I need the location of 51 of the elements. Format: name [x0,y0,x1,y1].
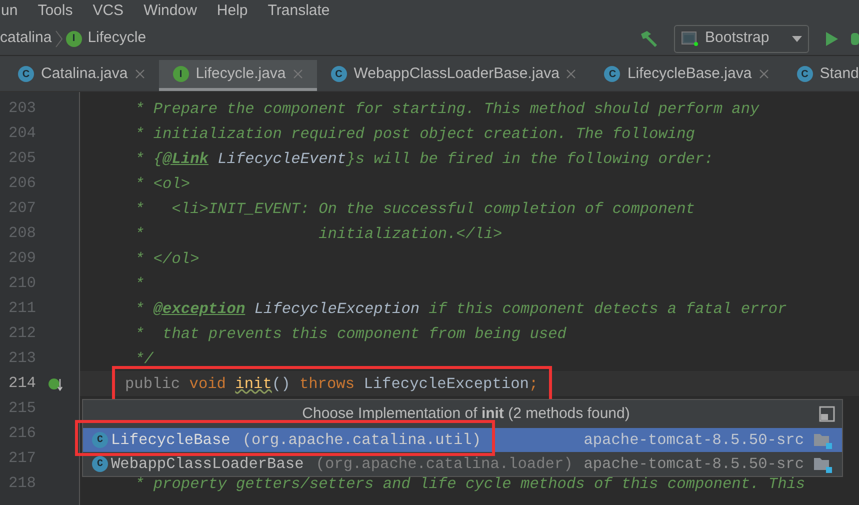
run-configuration-label: Bootstrap [705,28,770,48]
class-badge-icon: C [604,66,620,82]
implementation-item[interactable]: C LifecycleBase (org.apache.catalina.util) apache-tomcat-8.5.50-src [83,428,842,452]
comment-line: * property getters/setters and life cycle methods of this component. This [135,476,806,492]
editor-tab[interactable]: C Stand [782,60,859,91]
menu-item[interactable]: un [1,0,18,22]
class-badge-icon: C [92,456,108,472]
close-icon[interactable] [134,69,145,79]
menu-item[interactable]: Translate [268,0,330,22]
comment-line: * [135,276,144,292]
run-icon[interactable] [826,32,838,46]
comment-line: * </ol> [135,250,200,266]
close-icon[interactable] [566,69,576,79]
comment-line: * {@Link LifecycleEvent}s will be fired in the following order: [135,150,714,166]
code-line: public void init() throws LifecycleException; [125,376,538,392]
comment-line: * <ol> [135,176,190,192]
implementation-item[interactable]: C WebappClassLoaderBase (org.apache.catalina.loader) apache-tomcat-8.5.50-src [83,452,842,476]
close-icon[interactable] [758,69,769,79]
line-number: 214 [7,373,36,394]
folder-icon [813,431,833,449]
class-badge-icon: C [796,66,813,82]
comment-line: * Prepare the component for starting. This method should perform any [135,100,760,116]
class-badge-icon: C [330,66,347,82]
folder-icon [813,455,833,473]
dropdown-caret-icon [792,36,802,42]
run-configuration-dropdown[interactable]: Bootstrap [674,24,809,52]
hammer-icon[interactable] [640,30,660,48]
editor-tab[interactable]: C WebappClassLoaderBase.java [316,60,590,91]
pin-window-icon[interactable] [819,406,835,422]
editor-tab[interactable]: C Catalina.java [0,60,159,91]
comment-line: * <li>INIT_EVENT: On the successful completion of component [135,200,695,216]
popup-title: Choose Implementation of init (2 methods found) [301,404,631,424]
breadcrumb-item[interactable]: Lifecycle [88,27,146,50]
interface-badge-icon: I [172,66,189,82]
menu-item[interactable]: VCS [92,0,124,22]
interface-badge-icon: I [66,30,82,46]
comment-line: * that prevents this component from being used [135,326,566,342]
comment-line: * initialization required post object creation. The following [135,126,695,142]
comment-line: * initialization.</li> [135,226,502,242]
application-icon [681,30,699,46]
close-icon[interactable] [292,69,303,79]
menu-item[interactable]: Window [144,0,197,22]
editor-tab[interactable]: C LifecycleBase.java [590,60,783,91]
menu-item[interactable]: Tools [38,0,73,22]
class-badge-icon: C [92,432,108,448]
comment-line: * @exception LifecycleException if this component detects a fatal error [135,300,787,316]
editor-tab[interactable]: I Lifecycle.java [158,60,317,91]
menu-item[interactable]: Help [216,0,248,22]
class-badge-icon: C [18,66,34,82]
comment-line: */ [135,350,154,366]
breadcrumb-item[interactable]: catalina [0,27,52,50]
